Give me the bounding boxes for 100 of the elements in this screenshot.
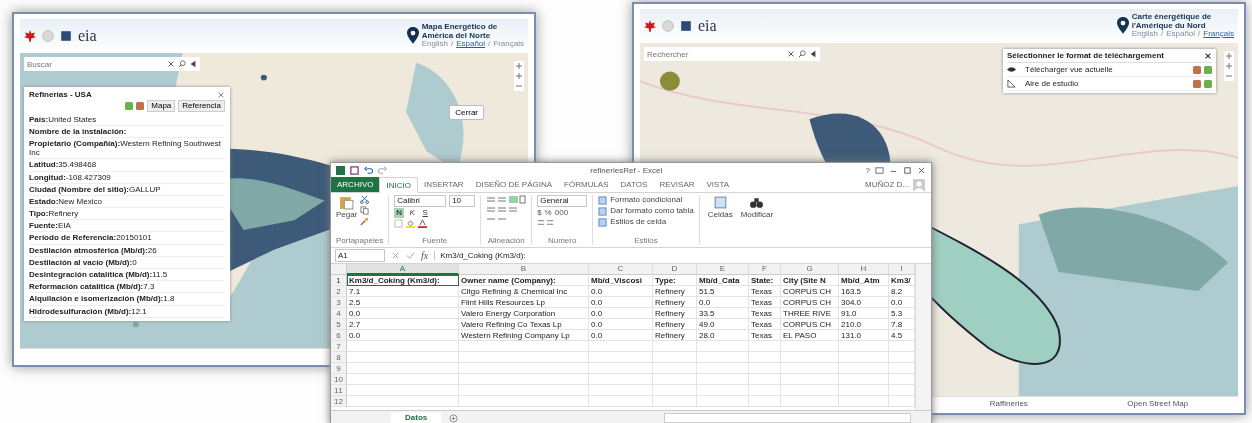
border-icon[interactable]	[394, 219, 404, 228]
column-header[interactable]: D	[653, 264, 697, 275]
number-format-button[interactable]: $	[537, 208, 542, 217]
ribbon-tab[interactable]: INICIO	[379, 177, 418, 193]
user-name[interactable]: MUÑOZ D...	[865, 177, 913, 192]
language-link[interactable]: Español	[1166, 30, 1196, 39]
row-header[interactable]: 12	[331, 396, 347, 407]
maximize-icon[interactable]	[903, 165, 912, 175]
help-button[interactable]: ?	[865, 165, 870, 175]
language-link[interactable]: English	[421, 40, 448, 49]
search-box[interactable]: Rechercher	[644, 47, 820, 61]
footer-tab[interactable]: Open Street Map	[1127, 398, 1189, 408]
document-icon[interactable]	[136, 101, 145, 110]
number-format-button[interactable]: 000	[554, 208, 569, 217]
ribbon-tab[interactable]: ARCHIVO	[331, 177, 380, 192]
ribbon-options-icon[interactable]	[875, 165, 884, 175]
column-header[interactable]: E	[697, 264, 749, 275]
font-style-button[interactable]: K	[407, 208, 418, 218]
panel-button[interactable]: Referencia	[178, 100, 225, 112]
column-header[interactable]: I	[889, 264, 915, 275]
row-header[interactable]: 4	[331, 308, 347, 319]
language-link[interactable]: English	[1131, 30, 1158, 39]
brush-icon[interactable]	[360, 217, 370, 226]
close-button[interactable]: Cerrar	[449, 105, 484, 120]
cancel-icon[interactable]	[391, 251, 400, 260]
column-header[interactable]: C	[589, 264, 653, 275]
close-icon[interactable]	[167, 60, 175, 68]
row-header[interactable]: 10	[331, 374, 347, 385]
search-box[interactable]: Buscar	[24, 57, 200, 71]
font-size-field[interactable]: 10	[449, 195, 476, 207]
add-sheet-icon[interactable]	[449, 413, 459, 423]
font-name-field[interactable]: Calibri	[394, 195, 447, 207]
language-link[interactable]: Français	[1203, 30, 1234, 39]
check-icon[interactable]	[406, 251, 415, 260]
font-color-icon[interactable]	[418, 219, 428, 228]
column-header[interactable]: G	[781, 264, 839, 275]
footer-tab[interactable]: Raffineries	[989, 398, 1028, 408]
ribbon-tab[interactable]: DISEÑO DE PÁGINA	[469, 177, 559, 192]
row-header[interactable]: 8	[331, 352, 347, 363]
row-header[interactable]: 1	[331, 275, 347, 286]
select-all-corner[interactable]	[331, 264, 347, 275]
styles-menu-button[interactable]: Estilos de celda	[610, 217, 667, 227]
ribbon-tab[interactable]: INSERTAR	[417, 177, 470, 192]
search-field[interactable]: Rechercher	[647, 49, 784, 59]
close-icon[interactable]	[1204, 51, 1212, 60]
row-header[interactable]: 3	[331, 297, 347, 308]
font-style-button[interactable]: S	[420, 208, 431, 218]
redo-icon[interactable]	[378, 165, 387, 175]
ribbon-tab[interactable]: REVISAR	[653, 177, 701, 192]
column-header[interactable]: A	[347, 264, 459, 275]
row-header[interactable]: 6	[331, 330, 347, 341]
language-link[interactable]: Français	[493, 40, 524, 49]
search-icon[interactable]	[798, 50, 806, 58]
save-icon[interactable]	[350, 165, 359, 175]
excel-icon[interactable]	[336, 165, 345, 175]
copy-icon[interactable]	[360, 206, 370, 215]
binoculars-icon[interactable]	[749, 195, 765, 210]
row-header[interactable]: 2	[331, 286, 347, 297]
column-header[interactable]: F	[749, 264, 781, 275]
zoom-control[interactable]	[514, 61, 524, 91]
ribbon-tab[interactable]: DATOS	[614, 177, 654, 192]
undo-icon[interactable]	[364, 165, 373, 175]
number-format-button[interactable]: %	[544, 208, 552, 217]
clipboard-icon[interactable]	[339, 195, 355, 210]
download-option[interactable]: Télécharger vue actuelle	[1019, 65, 1190, 74]
paste-button[interactable]: Pegar	[336, 210, 358, 219]
collapse-icon[interactable]	[809, 50, 817, 58]
sheet-tab[interactable]: Datos	[391, 411, 442, 423]
column-header[interactable]: H	[839, 264, 889, 275]
row-header[interactable]: 5	[331, 319, 347, 330]
cells-button[interactable]: Celdas	[707, 210, 733, 219]
collapse-icon[interactable]	[189, 60, 197, 68]
decimal-icons[interactable]	[537, 218, 556, 227]
scissors-icon[interactable]	[360, 195, 370, 204]
search-icon[interactable]	[178, 60, 186, 68]
spreadsheet-icon[interactable]	[125, 101, 134, 110]
editing-button[interactable]: Modificar	[740, 210, 774, 219]
language-link[interactable]: Español	[456, 40, 486, 49]
panel-button[interactable]: Mapa	[147, 100, 176, 112]
ribbon-tab[interactable]: VISTA	[700, 177, 736, 192]
cells-icon[interactable]	[712, 195, 728, 210]
row-header[interactable]: 11	[331, 385, 347, 396]
formula-field[interactable]: Km3/d_Coking (Km3/d):	[434, 251, 927, 260]
search-field[interactable]: Buscar	[27, 59, 164, 69]
name-box[interactable]: A1	[335, 249, 385, 262]
close-icon[interactable]	[917, 165, 926, 175]
column-header[interactable]: B	[459, 264, 589, 275]
row-header[interactable]: 9	[331, 363, 347, 374]
horizontal-scrollbar[interactable]	[664, 413, 911, 423]
styles-menu-button[interactable]: Dar formato como tabla	[610, 206, 694, 216]
number-format-field[interactable]: General	[537, 195, 588, 207]
vertical-scrollbar[interactable]	[915, 264, 931, 410]
download-option[interactable]: Aire de estudio	[1019, 79, 1190, 88]
close-icon[interactable]	[787, 50, 795, 58]
fill-color-icon[interactable]	[406, 219, 416, 228]
zoom-control[interactable]	[1224, 51, 1234, 81]
row-header[interactable]: 7	[331, 341, 347, 352]
font-style-button[interactable]: N	[394, 208, 405, 218]
insert-function-button[interactable]: fx	[421, 250, 429, 261]
ribbon-tab[interactable]: FÓRMULAS	[558, 177, 615, 192]
